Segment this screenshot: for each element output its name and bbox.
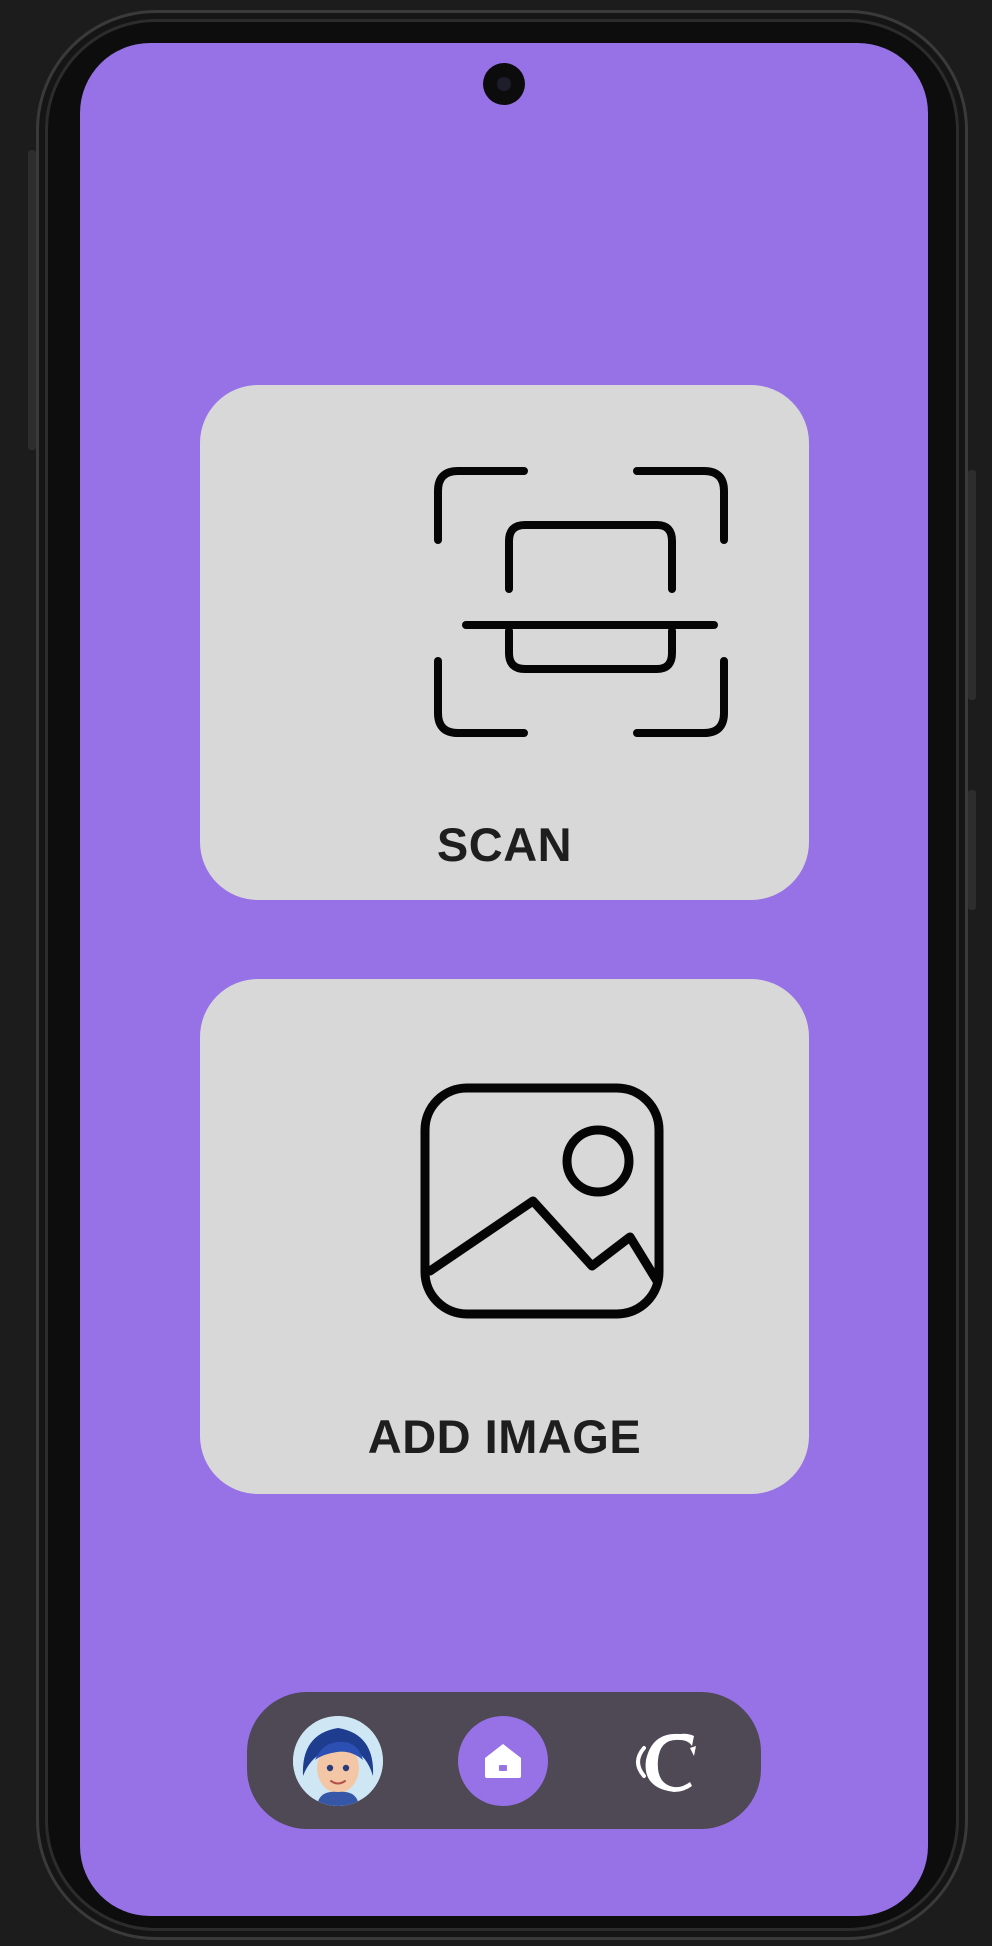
scan-button[interactable]: SCAN (200, 385, 809, 900)
home-button[interactable] (458, 1716, 548, 1806)
volume-button (968, 470, 976, 700)
app-screen: SCAN ADD IMAGE (80, 43, 928, 1916)
brand-logo-button[interactable] (622, 1716, 712, 1806)
power-button (968, 790, 976, 910)
home-icon (485, 1744, 521, 1778)
logo-icon (636, 1733, 696, 1792)
side-button-left (28, 150, 36, 450)
document-scanner-icon (434, 467, 728, 737)
add-image-label: ADD IMAGE (367, 1410, 642, 1463)
add-image-button[interactable]: ADD IMAGE (200, 979, 809, 1494)
image-icon (420, 1083, 664, 1319)
bottom-navigation (247, 1692, 761, 1829)
front-camera (483, 63, 525, 105)
profile-avatar[interactable] (293, 1716, 383, 1806)
avatar (293, 1716, 383, 1806)
scan-label: SCAN (436, 818, 573, 871)
